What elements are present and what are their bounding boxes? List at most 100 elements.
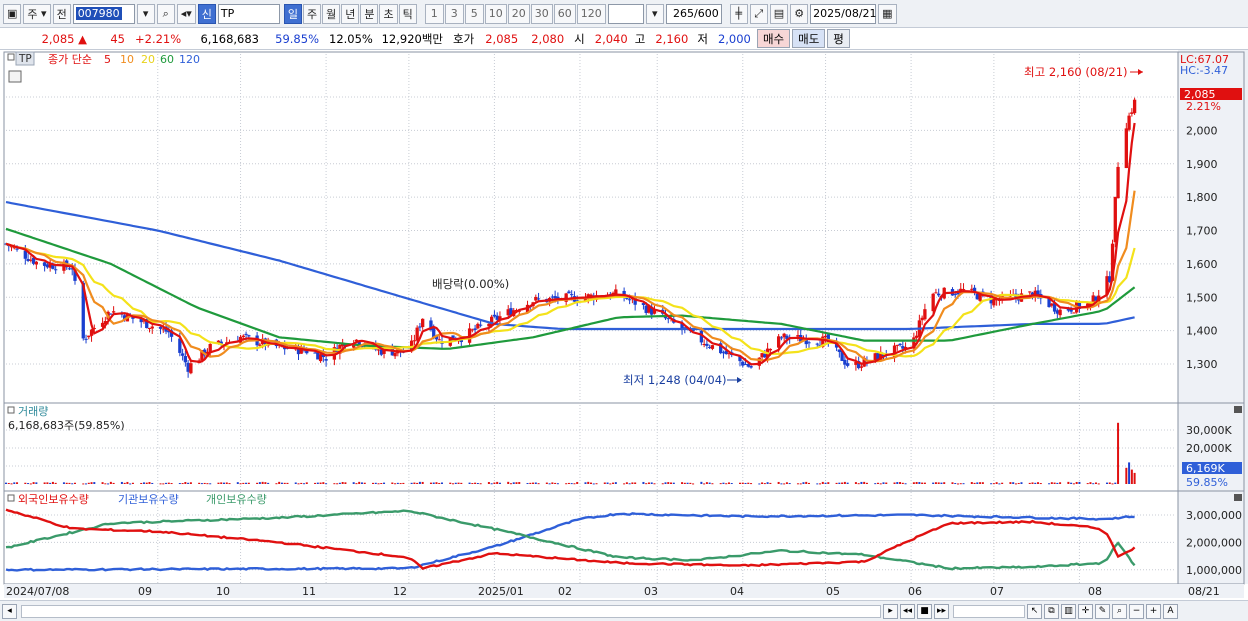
line-tool-icon[interactable]: ⤢ [749, 3, 768, 24]
volume-bar [780, 483, 783, 485]
new-badge[interactable]: 신 [197, 3, 216, 24]
volume-bar [394, 483, 397, 485]
copy-icon[interactable]: ⧉ [1044, 603, 1059, 619]
legend-ma120: 120 [179, 53, 200, 66]
stop-icon[interactable]: ■ [917, 603, 932, 619]
volume-bar [1125, 467, 1128, 484]
volume-bar [236, 482, 239, 484]
eval-button[interactable]: 평 [827, 29, 850, 48]
dividend-annotation: 배당락(0.00%) [432, 277, 509, 291]
table-icon[interactable] [8, 70, 22, 83]
volume-bar [471, 483, 474, 485]
market-select[interactable]: 주 ▾ [23, 3, 51, 24]
rewind-icon[interactable]: ◂◂ [900, 603, 915, 619]
interval-dropdown-icon[interactable]: ▾ [645, 3, 664, 24]
interval-3[interactable]: 3 [444, 3, 464, 24]
x-axis-label: 2025/01 [478, 585, 524, 598]
candle-icon[interactable]: ╪ [729, 3, 748, 24]
scroll-left-icon[interactable]: ◂ [2, 603, 17, 619]
volume-panel-close-icon[interactable] [1234, 406, 1242, 413]
volume-bar [614, 482, 617, 484]
low-price: 2,000 [717, 31, 751, 46]
volume-bar [13, 482, 16, 484]
stock-chart[interactable]: 2024/07/08 09 10 11 12 2025/01 02 03 04 05 06 07 08 0… [0, 50, 1248, 600]
bid-price: 2,080 [531, 31, 565, 46]
minus-icon[interactable]: − [1129, 603, 1144, 619]
horizontal-scrollbar[interactable] [21, 604, 881, 618]
tab-minute[interactable]: 분 [360, 3, 379, 24]
plus-icon[interactable]: + [1146, 603, 1161, 619]
code-input[interactable]: 007980 [72, 3, 135, 24]
draw-icon[interactable]: ✎ [1095, 603, 1110, 619]
holdings-tick-label: 2,000,000 [1186, 536, 1242, 549]
tab-tick[interactable]: 틱 [398, 3, 417, 24]
text-tool-icon[interactable]: A [1163, 603, 1178, 619]
interval-30[interactable]: 30 [530, 3, 553, 24]
window-icon[interactable]: ▣ [3, 3, 22, 24]
candle-body [741, 361, 745, 366]
candle-body [536, 298, 541, 300]
volume-bar [278, 481, 281, 484]
volume-bar [628, 483, 631, 485]
forward-icon[interactable]: ▸▸ [934, 603, 949, 619]
save-icon[interactable]: ▤ [769, 3, 789, 24]
interval-1[interactable]: 1 [424, 3, 444, 24]
candle-body [183, 356, 188, 363]
volume-bar [418, 481, 421, 484]
tab-second[interactable]: 초 [379, 3, 398, 24]
count-field[interactable]: 265/600 [665, 3, 722, 24]
volume-bar [959, 483, 962, 485]
candle-body [768, 348, 773, 351]
volume-bar [416, 482, 419, 484]
volume-bar [85, 483, 88, 485]
ask-label: 호가 [453, 31, 475, 46]
scroll-right-icon[interactable]: ▸ [883, 603, 898, 619]
date-field[interactable]: 2025/08/21 [810, 3, 877, 24]
volume-bar [979, 482, 982, 484]
candle-body [478, 324, 483, 326]
interval-60[interactable]: 60 [553, 3, 576, 24]
volume-bar [341, 481, 344, 484]
legend-prefix: 종가 단순 [48, 53, 92, 66]
interval-5[interactable]: 5 [464, 3, 484, 24]
interval-10[interactable]: 10 [484, 3, 507, 24]
volume-bar [739, 482, 742, 484]
calendar-icon[interactable]: ▦ [878, 3, 897, 24]
speaker-icon[interactable]: ◂▾ [176, 3, 196, 24]
dropdown-icon[interactable]: ▾ [136, 3, 155, 24]
zoom-icon[interactable]: ⌕ [1112, 603, 1127, 619]
volume-bar [267, 482, 270, 484]
candle-body [953, 294, 957, 296]
tab-month[interactable]: 월 [322, 3, 341, 24]
interval-120[interactable]: 120 [576, 3, 606, 24]
volume-bar [129, 483, 132, 485]
cursor-tool-icon[interactable]: ↖ [1027, 603, 1042, 619]
holdings-panel-close-icon[interactable] [1234, 494, 1242, 501]
volume-bar [954, 483, 957, 485]
volume-bar [239, 483, 242, 485]
prev-button[interactable]: 전 [52, 3, 71, 24]
volume-bar [151, 482, 154, 484]
layout-icon[interactable]: ▥ [1061, 603, 1076, 619]
open-label: 시 [574, 31, 585, 46]
zoom-slider[interactable] [953, 604, 1025, 618]
volume-bar [1097, 483, 1100, 485]
high-price: 2,160 [655, 31, 689, 46]
tab-year[interactable]: 년 [341, 3, 360, 24]
interval-20[interactable]: 20 [507, 3, 530, 24]
sell-button[interactable]: 매도 [792, 29, 826, 48]
volume-bar [854, 482, 857, 484]
name-field[interactable]: TP [217, 3, 280, 24]
interval-custom-input[interactable] [607, 3, 644, 24]
volume-bar [51, 481, 54, 484]
tab-day[interactable]: 일 [283, 3, 302, 24]
search-icon[interactable]: ⌕ [156, 3, 175, 24]
volume-bar [1111, 483, 1114, 485]
gear-icon[interactable]: ⚙ [790, 3, 809, 24]
buy-button[interactable]: 매수 [756, 29, 791, 48]
tab-week[interactable]: 주 [302, 3, 322, 24]
volume-bar [372, 482, 375, 484]
volume-bar [893, 482, 896, 484]
crosshair-icon[interactable]: ✛ [1078, 603, 1093, 619]
volume-bar [509, 483, 512, 485]
